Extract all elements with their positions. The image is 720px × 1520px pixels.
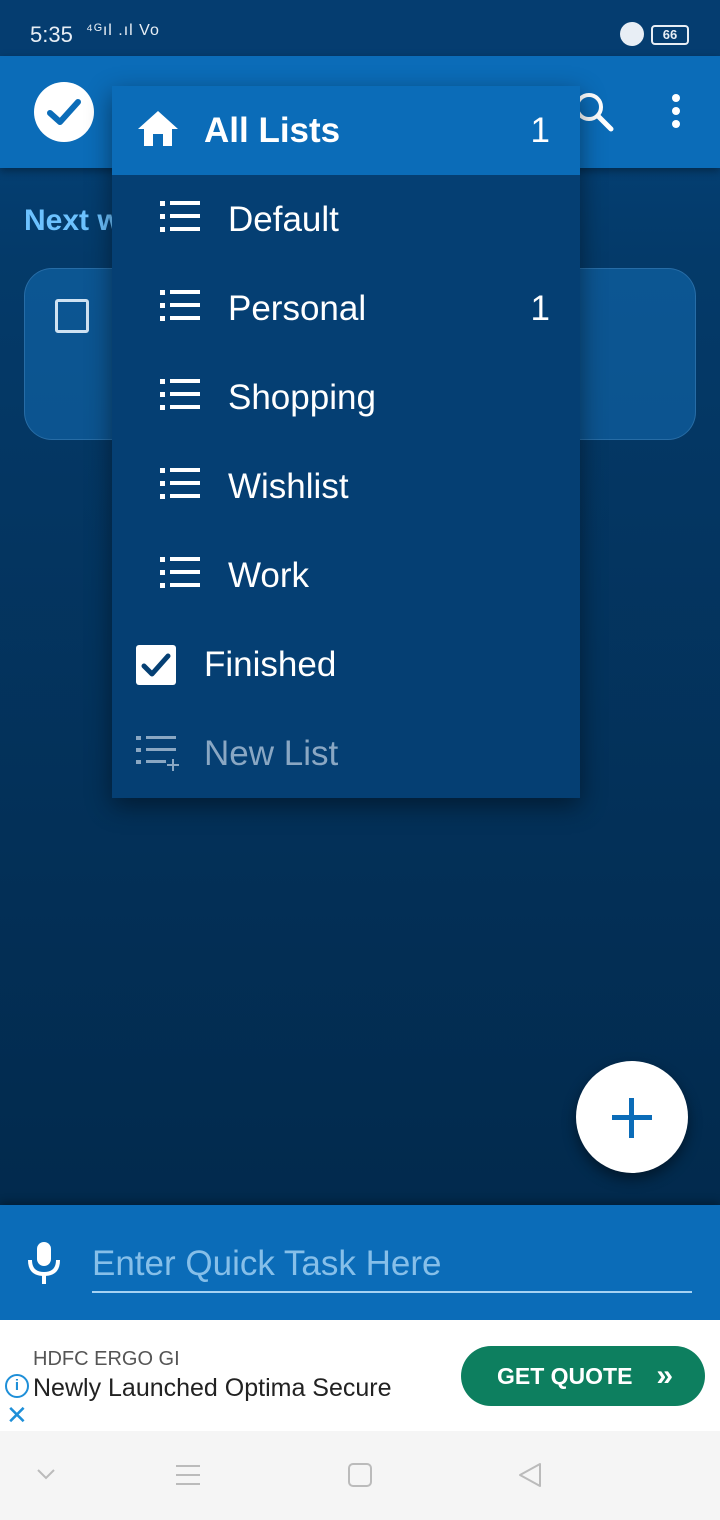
home-square-icon[interactable] (346, 1461, 374, 1489)
menu-item-label: Shopping (228, 378, 376, 417)
menu-item-all-lists[interactable]: All Lists 1 (112, 86, 580, 175)
back-icon[interactable] (516, 1461, 544, 1489)
checkbox-checked-icon (136, 645, 176, 685)
list-icon (160, 468, 200, 499)
menu-item-finished[interactable]: Finished (112, 620, 580, 709)
menu-item-new-list[interactable]: New List (112, 709, 580, 798)
menu-item-count: 1 (530, 289, 550, 328)
app-logo-icon[interactable] (34, 82, 94, 142)
ad-banner[interactable]: i ✕ HDFC ERGO GI Newly Launched Optima S… (0, 1320, 720, 1431)
menu-item-label: Personal (228, 289, 367, 328)
list-icon (160, 557, 200, 588)
menu-item-work[interactable]: Work (112, 531, 580, 620)
section-heading: Next w (24, 204, 121, 237)
battery-indicator: 66 (651, 25, 689, 45)
plus-icon-stroke (629, 1098, 634, 1138)
ad-headline: Newly Launched Optima Secure (33, 1374, 392, 1402)
menu-item-wishlist[interactable]: Wishlist (112, 442, 580, 531)
double-chevron-right-icon: » (656, 1359, 673, 1392)
menu-item-personal[interactable]: Personal 1 (112, 264, 580, 353)
menu-item-count: 1 (530, 111, 550, 150)
menu-item-label: All Lists (204, 111, 341, 150)
signal-indicator: ⁴ᴳıl .ıl Vo (86, 22, 160, 39)
list-icon (160, 290, 200, 321)
get-quote-button[interactable]: GET QUOTE » (461, 1346, 705, 1406)
app-screen: 5:35 ⁴ᴳıl .ıl Vo 66 Next w All Lists 1 D… (0, 0, 720, 1520)
ad-close-icon[interactable]: ✕ (6, 1402, 28, 1428)
list-dropdown-menu: All Lists 1 Default Personal 1 Shopping … (112, 86, 580, 798)
add-task-button[interactable] (576, 1061, 688, 1173)
ad-info-icon[interactable]: i (5, 1374, 29, 1398)
menu-item-label: Work (228, 556, 310, 595)
alarm-icon (620, 22, 644, 46)
ad-advertiser: HDFC ERGO GI (33, 1348, 180, 1370)
task-checkbox[interactable] (55, 299, 89, 333)
status-time: 5:35 (30, 22, 73, 47)
quick-task-bar (0, 1205, 720, 1320)
playlist-add-icon (136, 736, 179, 771)
menu-item-default[interactable]: Default (112, 175, 580, 264)
more-options-icon[interactable] (662, 94, 690, 134)
menu-item-label: Wishlist (228, 467, 349, 506)
quick-task-input[interactable] (92, 1237, 692, 1293)
menu-item-label: Default (228, 200, 339, 239)
system-nav-bar (0, 1431, 720, 1520)
list-icon (160, 379, 200, 410)
microphone-icon[interactable] (26, 1240, 62, 1286)
chevron-down-icon[interactable] (36, 1467, 56, 1481)
menu-item-shopping[interactable]: Shopping (112, 353, 580, 442)
home-icon (138, 111, 178, 146)
menu-item-label: Finished (204, 645, 337, 684)
list-icon (160, 201, 200, 232)
ad-cta-label: GET QUOTE (497, 1363, 633, 1389)
menu-item-label: New List (204, 734, 339, 773)
menu-icon[interactable] (174, 1461, 202, 1489)
status-bar: 5:35 ⁴ᴳıl .ıl Vo 66 (0, 0, 720, 56)
